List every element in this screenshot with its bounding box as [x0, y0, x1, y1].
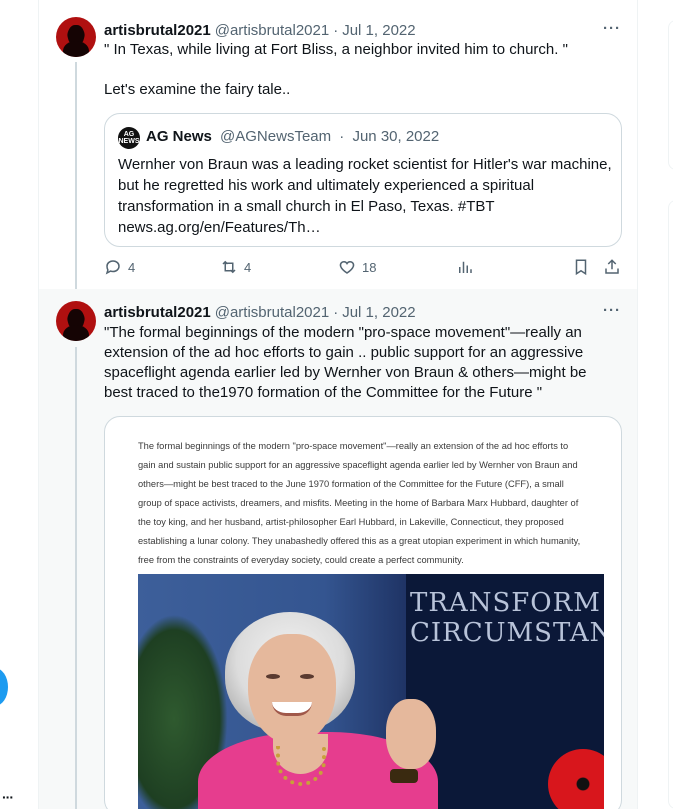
author-handle[interactable]: @artisbrutal2021: [215, 304, 329, 321]
thread-line: [75, 62, 77, 289]
right-column-border: [637, 0, 638, 809]
thread-line: [75, 347, 77, 809]
quoted-header: AG News @AGNewsTeam · Jun 30, 2022: [146, 128, 439, 145]
separator: ·: [333, 303, 339, 321]
post-button[interactable]: [0, 668, 8, 706]
right-sidebar-card: [668, 20, 673, 170]
quoted-date: Jun 30, 2022: [352, 128, 440, 145]
quoted-text: Wernher von Braun was a leading rocket s…: [118, 156, 612, 236]
like-count: 18: [362, 259, 377, 275]
quoted-avatar: AG NEWS: [118, 127, 140, 149]
quoted-author-name: AG News: [146, 128, 212, 145]
views-icon: [459, 261, 472, 273]
reply-count: 4: [128, 259, 136, 275]
avatar[interactable]: [56, 301, 96, 341]
author-name[interactable]: artisbrutal2021: [104, 304, 211, 321]
tweet-date[interactable]: Jul 1, 2022: [342, 304, 415, 321]
separator: ·: [339, 128, 345, 145]
tweet[interactable]: artisbrutal2021 @artisbrutal2021 · Jul 1…: [39, 289, 637, 809]
views-button[interactable]: [456, 258, 474, 276]
tweet-header: artisbrutal2021 @artisbrutal2021 · Jul 1…: [104, 302, 416, 322]
retweet-button[interactable]: 4: [220, 258, 251, 276]
reply-button[interactable]: 4: [104, 258, 135, 276]
quoted-tweet[interactable]: AG NEWS AG News @AGNewsTeam · Jun 30, 20…: [104, 113, 622, 247]
photo: TRANSFORM CIRCUMSTAN: [138, 574, 604, 809]
more-icon[interactable]: ···: [603, 20, 621, 37]
reply-icon: [105, 260, 120, 275]
retweet-icon: [222, 260, 236, 274]
banner-text: TRANSFORM CIRCUMSTAN: [410, 588, 604, 648]
share-button[interactable]: [603, 258, 621, 276]
quoted-author-handle: @AGNewsTeam: [220, 128, 332, 145]
share-icon: [605, 259, 619, 274]
tweet-text: " In Texas, while living at Fort Bliss, …: [104, 41, 568, 98]
more-icon[interactable]: ···: [603, 302, 621, 319]
tweet-header: artisbrutal2021 @artisbrutal2021 · Jul 1…: [104, 20, 416, 40]
tweet-media-image[interactable]: The formal beginnings of the modern "pro…: [104, 416, 622, 809]
book-excerpt-text: The formal beginnings of the modern "pro…: [138, 441, 581, 565]
account-more-icon[interactable]: ···: [2, 790, 14, 804]
author-handle[interactable]: @artisbrutal2021: [215, 22, 329, 39]
action-bar: 4 4 18: [104, 258, 624, 280]
tweet-text: "The formal beginnings of the modern "pr…: [104, 324, 591, 401]
right-sidebar-card: [668, 200, 673, 809]
like-icon: [339, 260, 355, 274]
separator: ·: [333, 21, 339, 39]
tweet[interactable]: artisbrutal2021 @artisbrutal2021 · Jul 1…: [39, 0, 637, 289]
retweet-count: 4: [244, 259, 252, 275]
tweet-date[interactable]: Jul 1, 2022: [342, 22, 415, 39]
like-button[interactable]: 18: [338, 258, 376, 276]
bookmark-icon: [575, 259, 587, 276]
bookmark-button[interactable]: [572, 258, 590, 276]
author-name[interactable]: artisbrutal2021: [104, 22, 211, 39]
avatar[interactable]: [56, 17, 96, 57]
